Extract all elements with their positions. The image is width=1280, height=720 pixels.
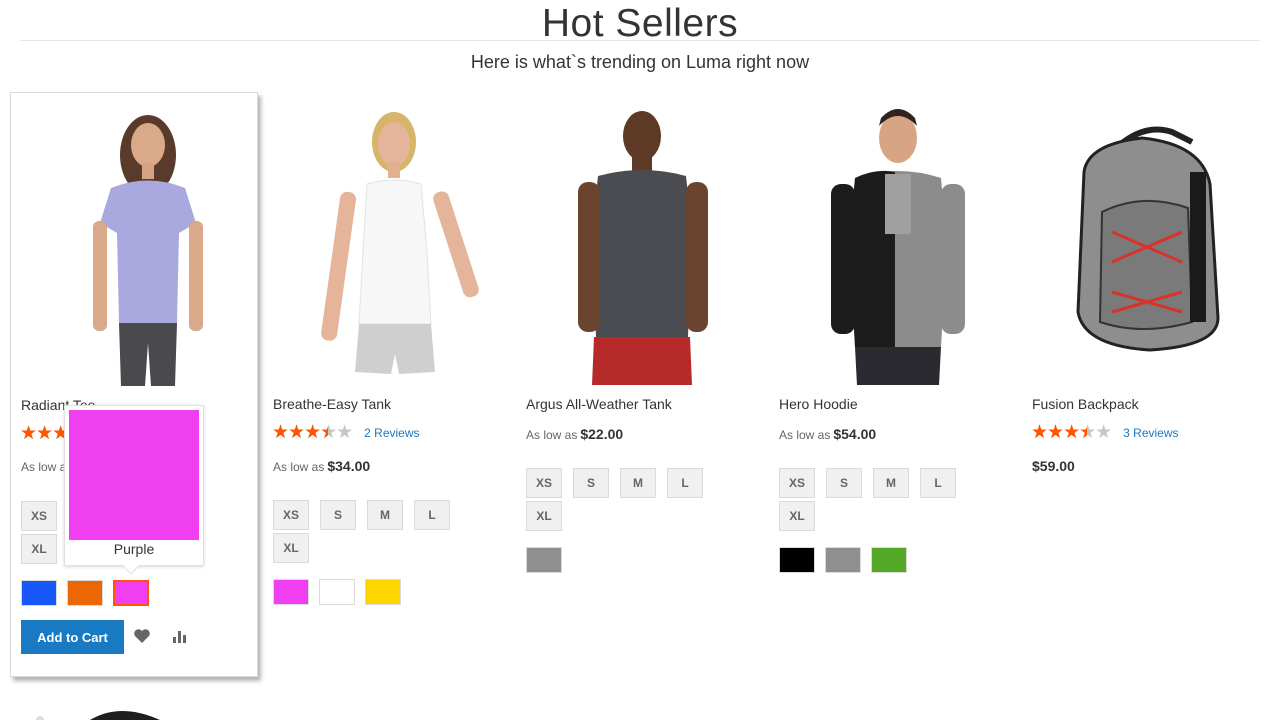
size-option-m[interactable]: M — [367, 500, 403, 530]
product-name[interactable]: Hero Hoodie — [779, 396, 858, 412]
product-image[interactable] — [263, 92, 511, 385]
size-option-xs[interactable]: XS — [273, 500, 309, 530]
size-option-xs[interactable]: XS — [21, 501, 57, 531]
color-swatch-purple[interactable] — [113, 580, 149, 606]
reviews-link[interactable]: 3 Reviews — [1123, 426, 1178, 440]
heart-icon[interactable] — [132, 628, 152, 648]
product-image[interactable] — [769, 92, 1017, 385]
product-rating: ★★★★★★★★★★ 3 Reviews — [1031, 423, 1179, 443]
add-to-cart-button[interactable]: Add to Cart — [21, 620, 124, 654]
product-card-hero-hoodie[interactable]: Hero Hoodie As low as $54.00 XS S M L XL — [769, 92, 1017, 677]
size-option-l[interactable]: L — [920, 468, 956, 498]
color-swatch-yellow[interactable] — [365, 579, 401, 605]
price-value: $59.00 — [1032, 458, 1075, 474]
size-option-m[interactable]: M — [620, 468, 656, 498]
price-prefix: As low as — [526, 428, 578, 442]
price-value: $34.00 — [327, 458, 371, 474]
title-divider — [20, 40, 1260, 41]
color-swatch-gray[interactable] — [526, 547, 562, 573]
color-options — [779, 547, 907, 573]
product-image[interactable] — [516, 92, 764, 385]
color-swatch-orange[interactable] — [67, 580, 103, 606]
product-card-radiant-tee[interactable]: Radiant Tee ★★★★★★★★★★ As low a XS S M L… — [10, 92, 258, 677]
price-value: $54.00 — [833, 426, 877, 442]
size-option-xs[interactable]: XS — [779, 468, 815, 498]
price-prefix: As low as — [779, 428, 831, 442]
product-price: As low as $22.00 — [526, 426, 623, 442]
size-option-xl[interactable]: XL — [273, 533, 309, 563]
size-option-m[interactable]: M — [873, 468, 909, 498]
product-card-fusion-backpack[interactable]: Fusion Backpack ★★★★★★★★★★ 3 Reviews $59… — [1022, 92, 1270, 677]
size-option-l[interactable]: L — [414, 500, 450, 530]
size-options: XS S M L XL — [779, 468, 979, 531]
price-prefix: As low a — [21, 460, 67, 474]
color-swatch-gray[interactable] — [825, 547, 861, 573]
size-options: XS S M L XL — [273, 500, 473, 563]
product-price: $59.00 — [1032, 458, 1075, 474]
color-swatch-blue[interactable] — [21, 580, 57, 606]
product-card-breathe-easy-tank[interactable]: Breathe-Easy Tank ★★★★★★★★★★ 2 Reviews A… — [263, 92, 511, 677]
product-image[interactable] — [1022, 92, 1270, 385]
product-image[interactable] — [11, 93, 259, 386]
size-option-xl[interactable]: XL — [21, 534, 57, 564]
tooltip-color-preview — [69, 410, 199, 540]
product-name[interactable]: Argus All-Weather Tank — [526, 396, 672, 412]
size-option-s[interactable]: S — [320, 500, 356, 530]
color-options — [273, 579, 401, 605]
size-option-s[interactable]: S — [826, 468, 862, 498]
page-subtitle: Here is what`s trending on Luma right no… — [470, 52, 810, 72]
size-options: XS S M L XL — [526, 468, 726, 531]
tooltip-color-label: Purple — [113, 541, 155, 557]
size-option-xs[interactable]: XS — [526, 468, 562, 498]
color-swatch-tooltip: Purple — [64, 405, 204, 575]
product-rating: ★★★★★★★★★★ 2 Reviews — [272, 423, 420, 443]
star-icon: ★★★★★★★★★★ — [1031, 422, 1112, 443]
size-option-l[interactable]: L — [667, 468, 703, 498]
color-swatch-black[interactable] — [779, 547, 815, 573]
price-value: $22.00 — [580, 426, 624, 442]
color-swatch-green[interactable] — [871, 547, 907, 573]
price-prefix: As low as — [273, 460, 325, 474]
size-option-xl[interactable]: XL — [779, 501, 815, 531]
color-swatch-white[interactable] — [319, 579, 355, 605]
color-options — [526, 547, 562, 573]
product-price: As low as $34.00 — [273, 458, 370, 474]
color-options — [21, 580, 149, 606]
product-name[interactable]: Breathe-Easy Tank — [273, 396, 391, 412]
size-option-s[interactable]: S — [573, 468, 609, 498]
compare-icon[interactable] — [170, 628, 190, 648]
color-swatch-purple[interactable] — [273, 579, 309, 605]
product-name[interactable]: Fusion Backpack — [1032, 396, 1139, 412]
product-price: As low as $54.00 — [779, 426, 876, 442]
product-card-argus-all-weather-tank[interactable]: Argus All-Weather Tank As low as $22.00 X… — [516, 92, 764, 677]
star-icon: ★★★★★★★★★★ — [272, 422, 353, 443]
reviews-link[interactable]: 2 Reviews — [364, 426, 419, 440]
size-option-xl[interactable]: XL — [526, 501, 562, 531]
next-row-product-image-peek — [20, 700, 180, 720]
